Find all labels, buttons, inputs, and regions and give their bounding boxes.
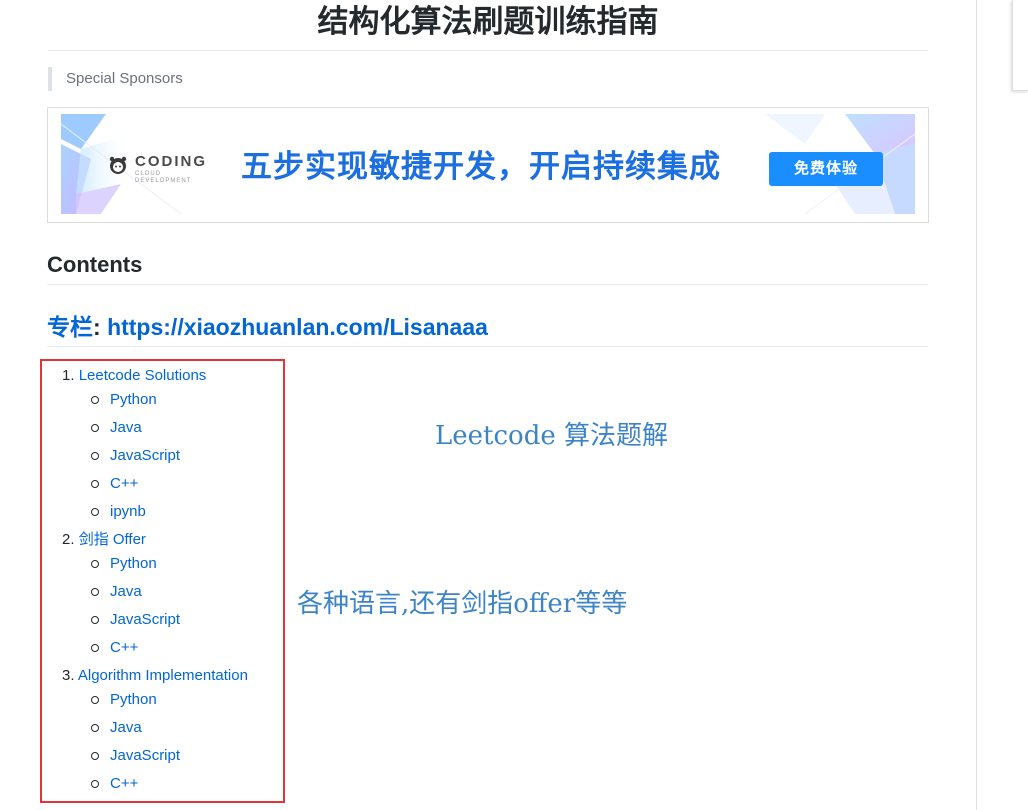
toc-link-java[interactable]: Java [110, 416, 142, 440]
toc-link-jianzhi-offer[interactable]: 剑指 Offer [79, 531, 146, 548]
bullet-icon [91, 616, 99, 624]
toc-link-cpp[interactable]: C++ [110, 636, 138, 660]
column-colon: : [93, 314, 101, 340]
content-divider [976, 0, 977, 810]
toc-number: 1. [62, 367, 75, 384]
bullet-icon [91, 752, 99, 760]
bullet-icon [91, 424, 99, 432]
bullet-icon [91, 396, 99, 404]
toc-section-1: 1. Leetcode Solutions [62, 364, 206, 388]
bullet-icon [91, 560, 99, 568]
toc-link-javascript[interactable]: JavaScript [110, 744, 180, 768]
coding-logo: CODING CLOUD DEVELOPMENT [107, 152, 205, 184]
toc-link-ipynb[interactable]: ipynb [110, 500, 146, 524]
column-url-link[interactable]: https://xiaozhuanlan.com/Lisanaaa [107, 314, 488, 340]
sponsors-label: Special Sponsors [48, 67, 183, 91]
coding-mascot-icon [109, 156, 127, 174]
bullet-icon [91, 696, 99, 704]
bullet-icon [91, 588, 99, 596]
coding-logo-text: CODING [135, 153, 207, 170]
coding-logo-subtext: CLOUD DEVELOPMENT [135, 171, 192, 184]
toc-link-python[interactable]: Python [110, 552, 157, 576]
highlight-box [40, 359, 285, 803]
banner-inner: CODING CLOUD DEVELOPMENT 五步实现敏捷开发，开启持续集成… [61, 114, 915, 214]
page: 结构化算法刷题训练指南 Special Sponsors CODING CLOU… [0, 0, 1028, 810]
annotation-languages: 各种语言,还有剑指offer等等 [297, 589, 628, 619]
toc-link-javascript[interactable]: JavaScript [110, 608, 180, 632]
page-title: 结构化算法刷题训练指南 [48, 0, 928, 51]
sponsor-banner[interactable]: CODING CLOUD DEVELOPMENT 五步实现敏捷开发，开启持续集成… [47, 107, 929, 223]
side-panel-tab[interactable] [1012, 0, 1028, 91]
free-trial-button[interactable]: 免费体验 [769, 152, 883, 186]
bullet-icon [91, 480, 99, 488]
bullet-icon [91, 452, 99, 460]
toc-number: 2. [62, 531, 75, 548]
bullet-icon [91, 780, 99, 788]
toc-link-java[interactable]: Java [110, 580, 142, 604]
toc-link-java[interactable]: Java [110, 716, 142, 740]
toc-link-cpp[interactable]: C++ [110, 772, 138, 796]
toc-link-python[interactable]: Python [110, 688, 157, 712]
toc-section-3: 3. Algorithm Implementation [62, 664, 248, 688]
toc-link-algorithm-implementation[interactable]: Algorithm Implementation [78, 667, 248, 684]
toc-link-leetcode-solutions[interactable]: Leetcode Solutions [79, 367, 207, 384]
toc-link-javascript[interactable]: JavaScript [110, 444, 180, 468]
contents-heading: Contents [47, 250, 928, 285]
banner-slogan: 五步实现敏捷开发，开启持续集成 [241, 149, 721, 184]
column-label: 专栏 [47, 314, 93, 340]
bullet-icon [91, 644, 99, 652]
bullet-icon [91, 508, 99, 516]
toc-link-cpp[interactable]: C++ [110, 472, 138, 496]
bullet-icon [91, 724, 99, 732]
toc-number: 3. [62, 667, 75, 684]
toc-section-2: 2. 剑指 Offer [62, 528, 146, 552]
annotation-leetcode: Leetcode 算法题解 [435, 421, 668, 451]
column-heading: 专栏: https://xiaozhuanlan.com/Lisanaaa [47, 310, 928, 347]
toc-link-python[interactable]: Python [110, 388, 157, 412]
